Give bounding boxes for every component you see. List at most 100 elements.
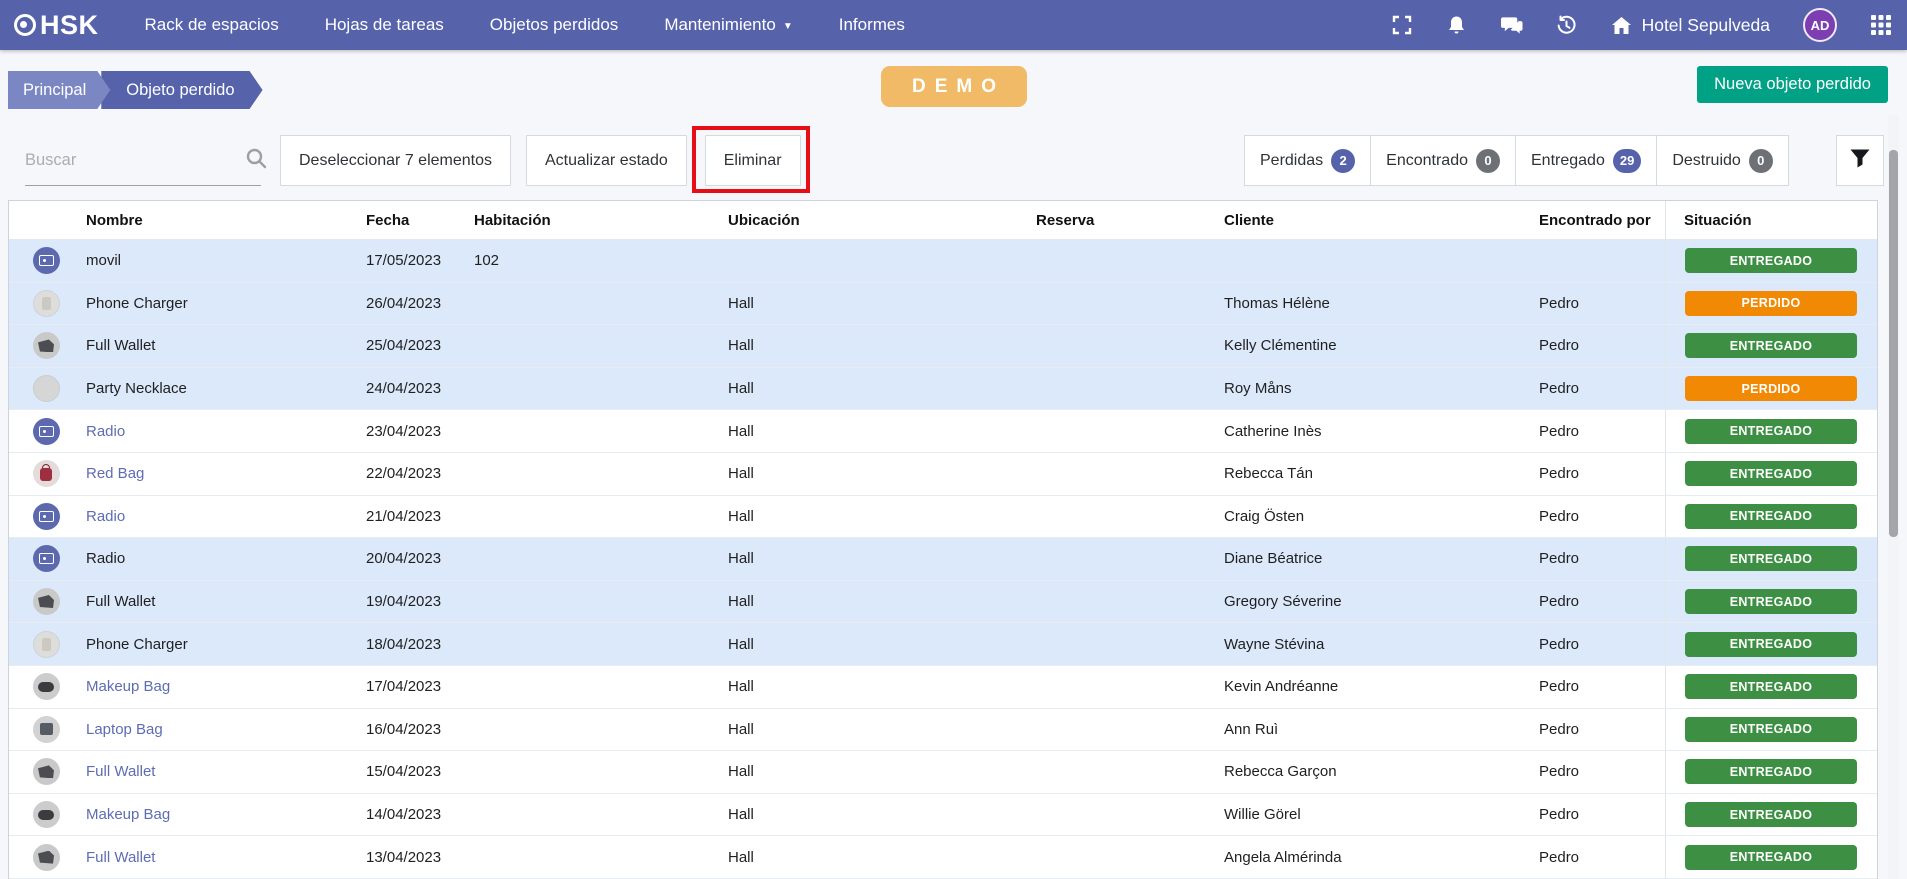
breadcrumb-principal[interactable]: Principal (8, 71, 110, 109)
user-avatar[interactable]: AD (1803, 8, 1837, 42)
status-cell: PERDIDO (1665, 368, 1877, 410)
object-name[interactable]: Phone Charger (84, 636, 364, 653)
nav-item-rack-de-espacios[interactable]: Rack de espacios (145, 15, 279, 35)
table-row[interactable]: Full Wallet 25/04/2023 Hall Kelly Clémen… (9, 325, 1877, 368)
date-cell: 22/04/2023 (364, 465, 472, 482)
object-icon-cell (9, 545, 84, 572)
new-lost-object-button[interactable]: Nueva objeto perdido (1697, 66, 1888, 103)
wallet-icon (33, 758, 60, 785)
object-name[interactable]: Full Wallet (84, 763, 364, 780)
toolbar: Deseleccionar 7 elementos Actualizar est… (0, 115, 1907, 200)
found-by-cell: Pedro (1537, 423, 1665, 440)
header-ubicacion[interactable]: Ubicación (726, 212, 1034, 229)
table-row[interactable]: Laptop Bag 16/04/2023 Hall Ann Ruì Pedro… (9, 709, 1877, 752)
table-row[interactable]: Makeup Bag 17/04/2023 Hall Kevin Andréan… (9, 666, 1877, 709)
apps-grid-icon[interactable] (1870, 14, 1892, 36)
header-situacion[interactable]: Situación (1665, 201, 1877, 239)
table-row[interactable]: Radio 20/04/2023 Hall Diane Béatrice Ped… (9, 538, 1877, 581)
table-row[interactable]: Phone Charger 18/04/2023 Hall Wayne Stév… (9, 623, 1877, 666)
vertical-scrollbar-thumb[interactable] (1889, 150, 1898, 537)
location-cell: Hall (726, 721, 1034, 738)
client-cell: Rebecca Garçon (1222, 763, 1537, 780)
object-name[interactable]: Makeup Bag (84, 678, 364, 695)
object-name[interactable]: Radio (84, 550, 364, 567)
header-habitacion[interactable]: Habitación (472, 212, 726, 229)
hsk-logo-text: HSK (40, 10, 99, 41)
client-cell: Ann Ruì (1222, 721, 1537, 738)
filter-entregado[interactable]: Entregado 29 (1515, 135, 1657, 186)
location-cell: Hall (726, 380, 1034, 397)
nav-item-objetos-perdidos[interactable]: Objetos perdidos (490, 15, 619, 35)
fullscreen-icon[interactable] (1391, 14, 1413, 36)
object-name[interactable]: Red Bag (84, 465, 364, 482)
header-encontrado-por[interactable]: Encontrado por (1537, 212, 1665, 229)
table-row[interactable]: Party Necklace 24/04/2023 Hall Roy Måns … (9, 368, 1877, 411)
table-row[interactable]: Makeup Bag 14/04/2023 Hall Willie Görel … (9, 794, 1877, 837)
nav-item-informes[interactable]: Informes (839, 15, 905, 35)
top-navbar: HSK Rack de espacios Hojas de tareas Obj… (0, 0, 1907, 50)
table-body: movil 17/05/2023 102 ENTREGADO Phone Cha… (9, 240, 1877, 879)
table-row[interactable]: movil 17/05/2023 102 ENTREGADO (9, 240, 1877, 283)
header-reserva[interactable]: Reserva (1034, 212, 1222, 229)
object-name[interactable]: Full Wallet (84, 593, 364, 610)
location-cell: Hall (726, 678, 1034, 695)
update-status-button[interactable]: Actualizar estado (526, 135, 687, 186)
hsk-logo[interactable]: HSK (14, 10, 99, 41)
delete-button[interactable]: Eliminar (705, 135, 801, 186)
search-field (25, 135, 261, 186)
deselect-button[interactable]: Deseleccionar 7 elementos (280, 135, 511, 186)
object-name[interactable]: Full Wallet (84, 337, 364, 354)
table-row[interactable]: Full Wallet 19/04/2023 Hall Gregory Séve… (9, 581, 1877, 624)
date-cell: 15/04/2023 (364, 763, 472, 780)
object-name[interactable]: Makeup Bag (84, 806, 364, 823)
status-cell: ENTREGADO (1665, 453, 1877, 495)
object-name[interactable]: movil (84, 252, 364, 269)
main-nav: Rack de espacios Hojas de tareas Objetos… (145, 15, 905, 35)
makeup-bag-icon (33, 801, 60, 828)
status-cell: ENTREGADO (1665, 751, 1877, 793)
object-name[interactable]: Laptop Bag (84, 721, 364, 738)
history-icon[interactable] (1556, 14, 1578, 36)
found-by-cell: Pedro (1537, 550, 1665, 567)
table-row[interactable]: Phone Charger 26/04/2023 Hall Thomas Hél… (9, 283, 1877, 326)
table-row[interactable]: Radio 23/04/2023 Hall Catherine Inès Ped… (9, 410, 1877, 453)
search-icon (245, 147, 267, 174)
encontrado-count-badge: 0 (1476, 149, 1500, 173)
client-cell: Kelly Clémentine (1222, 337, 1537, 354)
bell-icon[interactable] (1446, 14, 1468, 36)
object-name[interactable]: Full Wallet (84, 849, 364, 866)
object-icon-cell (9, 418, 84, 445)
object-name[interactable]: Party Necklace (84, 380, 364, 397)
status-cell: ENTREGADO (1665, 709, 1877, 751)
header-cliente[interactable]: Cliente (1222, 212, 1537, 229)
table-row[interactable]: Full Wallet 13/04/2023 Hall Angela Almér… (9, 836, 1877, 879)
table-row[interactable]: Full Wallet 15/04/2023 Hall Rebecca Garç… (9, 751, 1877, 794)
filter-funnel-button[interactable] (1836, 135, 1884, 186)
hotel-selector[interactable]: Hotel Sepulveda (1611, 14, 1770, 36)
filter-encontrado[interactable]: Encontrado 0 (1370, 135, 1516, 186)
breadcrumb-objeto-perdido[interactable]: Objeto perdido (101, 71, 262, 109)
header-nombre[interactable]: Nombre (84, 212, 364, 229)
nav-item-mantenimiento[interactable]: Mantenimiento ▼ (664, 15, 792, 35)
search-input[interactable] (25, 151, 245, 170)
wallet-icon (33, 844, 60, 871)
client-cell: Rebecca Tán (1222, 465, 1537, 482)
filter-perdidas[interactable]: Perdidas 2 (1244, 135, 1371, 186)
client-cell: Roy Måns (1222, 380, 1537, 397)
object-name[interactable]: Radio (84, 423, 364, 440)
header-fecha[interactable]: Fecha (364, 212, 472, 229)
chat-icon[interactable] (1501, 14, 1523, 36)
status-cell: ENTREGADO (1665, 496, 1877, 538)
object-name[interactable]: Radio (84, 508, 364, 525)
status-badge: PERDIDO (1685, 291, 1857, 316)
table-row[interactable]: Red Bag 22/04/2023 Hall Rebecca Tán Pedr… (9, 453, 1877, 496)
table-row[interactable]: Radio 21/04/2023 Hall Craig Östen Pedro … (9, 496, 1877, 539)
date-cell: 26/04/2023 (364, 295, 472, 312)
object-name[interactable]: Phone Charger (84, 295, 364, 312)
nav-item-hojas-de-tareas[interactable]: Hojas de tareas (325, 15, 444, 35)
location-cell: Hall (726, 593, 1034, 610)
filter-destruido[interactable]: Destruido 0 (1656, 135, 1788, 186)
client-cell: Kevin Andréanne (1222, 678, 1537, 695)
location-cell: Hall (726, 849, 1034, 866)
status-badge: ENTREGADO (1685, 248, 1857, 273)
